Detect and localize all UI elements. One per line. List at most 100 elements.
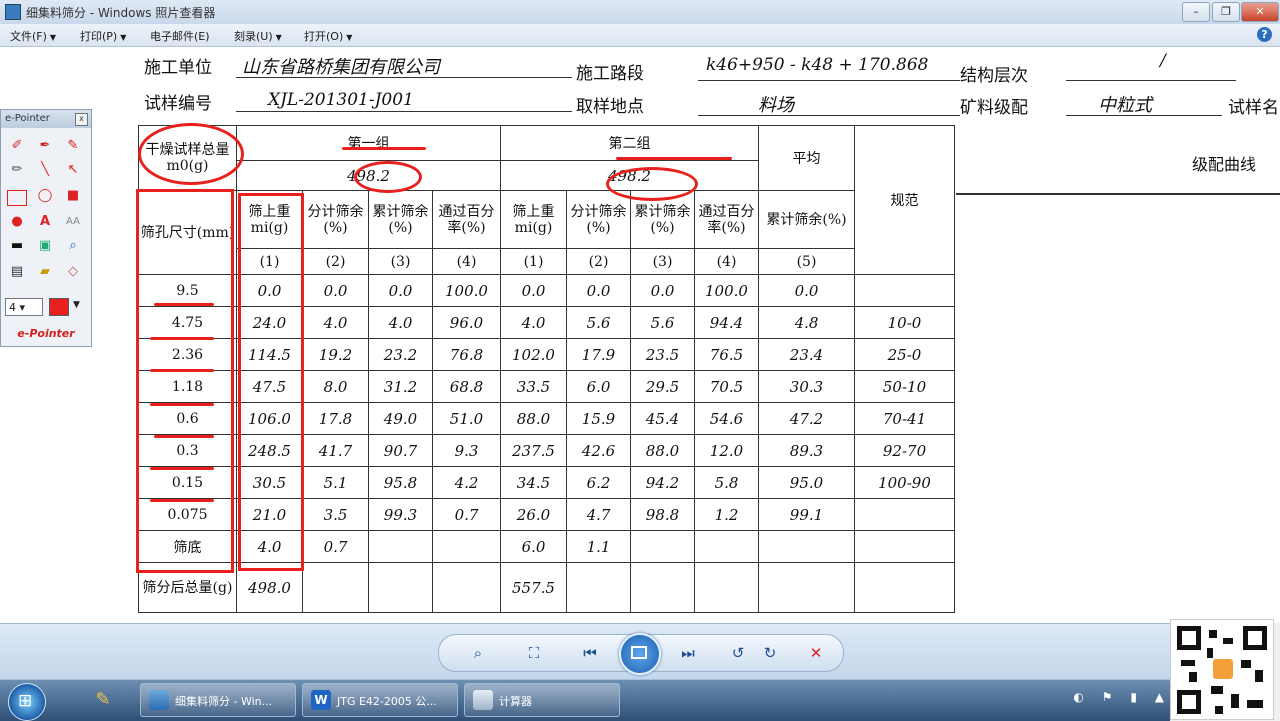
chevron-down-icon: ▼	[120, 33, 127, 42]
qr-module	[1223, 638, 1233, 644]
table-cell	[566, 562, 631, 613]
line-icon[interactable]: ╲	[35, 160, 55, 180]
average-cell: 99.1	[758, 498, 855, 531]
col-retained: 筛上重mi(g)	[500, 190, 567, 249]
menu-print-label: 打印(P)	[80, 30, 118, 43]
next-icon[interactable]: ⏭	[677, 643, 699, 663]
average-cell: 23.4	[758, 338, 855, 371]
previous-icon[interactable]: ⏮	[579, 643, 601, 663]
pen-icon[interactable]: ✒	[35, 136, 55, 156]
zoom-icon[interactable]: ⌕	[63, 236, 83, 256]
e-pointer-title: e-Pointer	[5, 113, 50, 124]
battery-icon[interactable]: ▮	[1130, 690, 1137, 704]
slideshow-button[interactable]	[619, 633, 661, 675]
maximize-button[interactable]: ❐	[1212, 2, 1240, 22]
label-construction-unit: 施工单位	[144, 58, 212, 78]
annotation-underline	[150, 337, 214, 340]
filled-rectangle-icon[interactable]: ■	[63, 186, 83, 206]
task-label: 细集料筛分 - Win...	[175, 695, 273, 708]
annotation-underline	[150, 499, 214, 502]
group2-cell: 76.5	[694, 338, 759, 371]
group1-cell: 4.0	[302, 306, 369, 339]
col-number: (4)	[432, 248, 501, 275]
average-cell: 0.0	[758, 274, 855, 307]
average-cell: 47.2	[758, 402, 855, 435]
slideshow-icon	[631, 646, 647, 659]
clear-icon[interactable]: ◇	[63, 262, 83, 282]
group2-cell: 94.4	[694, 306, 759, 339]
help-icon[interactable]: ?	[1257, 27, 1272, 42]
font-size-icon[interactable]: AA	[63, 212, 83, 232]
fit-window-icon[interactable]: ⛶	[523, 643, 545, 663]
group2-cell: 17.9	[566, 338, 631, 371]
group1-cell	[432, 530, 501, 563]
text-icon[interactable]: A	[35, 212, 55, 232]
save-icon[interactable]: ▤	[7, 262, 27, 282]
qr-module	[1189, 672, 1197, 682]
start-button[interactable]: ⊞	[8, 683, 46, 721]
group2-cell: 102.0	[500, 338, 567, 371]
col-number: (3)	[368, 248, 433, 275]
open-icon[interactable]: ▰	[35, 262, 55, 282]
delete-icon[interactable]: ✕	[805, 643, 827, 663]
pinned-app-icon[interactable]: ✎	[86, 684, 120, 716]
group2-cell: 88.0	[630, 434, 695, 467]
spec-cell: 50-10	[854, 370, 955, 403]
color-swatch[interactable]	[49, 298, 69, 316]
rotate-ccw-icon[interactable]: ↺	[727, 643, 749, 663]
rectangle-icon[interactable]	[7, 190, 27, 206]
annotation-oval	[138, 123, 244, 185]
task-calculator[interactable]: 计算器	[464, 683, 620, 717]
flag-icon[interactable]: ⚑	[1102, 690, 1113, 704]
menu-email[interactable]: 电子邮件(E)	[150, 28, 210, 44]
e-pointer-title-bar[interactable]: e-Pointer x	[1, 110, 91, 128]
close-button[interactable]: ✕	[1241, 2, 1279, 22]
rotate-cw-icon[interactable]: ↻	[759, 643, 781, 663]
sieve-analysis-document: 施工单位 山东省路桥集团有限公司 施工路段 k46+950 - k48 + 17…	[110, 47, 1280, 623]
group2-cell: 26.0	[500, 498, 567, 531]
spec-cell: 70-41	[854, 402, 955, 435]
average-cell: 30.3	[758, 370, 855, 403]
eraser-icon[interactable]: ✐	[7, 136, 27, 156]
zoom-icon[interactable]: ⌕	[467, 643, 489, 663]
minimize-button[interactable]: –	[1182, 2, 1210, 22]
marker-icon[interactable]: ✎	[63, 136, 83, 156]
arrow-icon[interactable]: ↖	[63, 160, 83, 180]
qr-module	[1241, 660, 1251, 668]
group2-cell: 34.5	[500, 466, 567, 499]
label-gradation: 矿料级配	[960, 98, 1028, 118]
group1-cell: 68.8	[432, 370, 501, 403]
menu-file-label: 文件(F)	[10, 30, 47, 43]
filled-ellipse-icon[interactable]: ●	[7, 212, 27, 232]
group2-cell: 54.6	[694, 402, 759, 435]
menu-open[interactable]: 打开(O) ▼	[304, 28, 352, 44]
menu-file[interactable]: 文件(F) ▼	[10, 28, 56, 44]
group2-cell: 42.6	[566, 434, 631, 467]
line-size-select[interactable]: 4 ▾	[5, 298, 43, 316]
chevron-down-icon: ▼	[275, 33, 282, 42]
value-construction-unit: 山东省路桥集团有限公司	[242, 57, 440, 78]
thick-line-icon[interactable]: ▬	[7, 236, 27, 256]
value-road-section: k46+950 - k48 + 170.868	[706, 55, 929, 75]
qr-module	[1181, 660, 1195, 666]
pencil-icon[interactable]: ✏	[7, 160, 27, 180]
ellipse-icon[interactable]: ◯	[35, 186, 55, 206]
task-word-document[interactable]: W JTG E42-2005 公...	[302, 683, 458, 717]
screen-icon[interactable]: ▣	[35, 236, 55, 256]
annotation-underline	[342, 147, 426, 150]
network-icon[interactable]: ◐	[1073, 690, 1083, 704]
close-icon[interactable]: x	[75, 113, 88, 126]
group1-cell: 41.7	[302, 434, 369, 467]
photo-viewer-icon	[149, 690, 169, 710]
chevron-down-icon[interactable]: ▼	[73, 300, 80, 310]
group2-cell: 1.1	[566, 530, 631, 563]
col-passing: 通过百分率(%)	[432, 190, 501, 249]
group1-cell: 31.2	[368, 370, 433, 403]
group2-cell: 4.0	[500, 306, 567, 339]
group1-cell: 17.8	[302, 402, 369, 435]
menu-burn[interactable]: 刻录(U) ▼	[234, 28, 282, 44]
menu-print[interactable]: 打印(P) ▼	[80, 28, 126, 44]
group2-cell: 5.6	[630, 306, 695, 339]
show-hidden-icon[interactable]: ▲	[1155, 690, 1164, 704]
task-photo-viewer[interactable]: 细集料筛分 - Win...	[140, 683, 296, 717]
